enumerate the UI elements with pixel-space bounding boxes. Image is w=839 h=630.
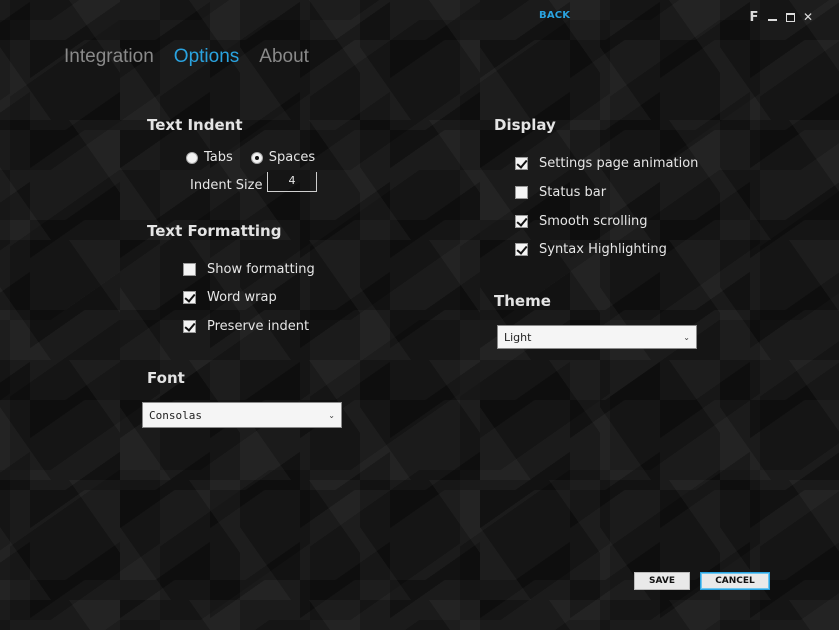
- status-bar-checkbox[interactable]: Status bar: [515, 185, 606, 200]
- text-indent-heading: Text Indent: [147, 116, 243, 134]
- checkbox-label: Preserve indent: [207, 319, 310, 334]
- tab-options[interactable]: Options: [174, 46, 239, 68]
- tab-bar: Integration Options About: [64, 46, 309, 68]
- checkbox-box[interactable]: [515, 186, 528, 199]
- indent-size-label: Indent Size: [190, 178, 263, 193]
- checkbox-box[interactable]: [515, 215, 528, 228]
- tab-about[interactable]: About: [259, 46, 309, 68]
- indent-radio-group: Tabs Spaces: [186, 150, 315, 165]
- smooth-scrolling-checkbox[interactable]: Smooth scrolling: [515, 214, 648, 229]
- text-formatting-heading: Text Formatting: [147, 222, 282, 240]
- close-icon[interactable]: ✕: [799, 8, 817, 26]
- radio-tabs-dot[interactable]: [186, 151, 198, 164]
- theme-select-value: Light: [504, 330, 532, 344]
- font-select-value: Consolas: [149, 408, 202, 422]
- checkbox-label: Smooth scrolling: [539, 214, 648, 229]
- checkbox-box[interactable]: [515, 157, 528, 170]
- back-link[interactable]: BACK: [539, 10, 570, 21]
- radio-spaces[interactable]: Spaces: [250, 150, 316, 165]
- chevron-down-icon: ⌄: [683, 332, 690, 342]
- maximize-icon[interactable]: [781, 8, 799, 26]
- checkbox-box[interactable]: [183, 263, 196, 276]
- minimize-icon[interactable]: [763, 8, 781, 26]
- settings-animation-checkbox[interactable]: Settings page animation: [515, 156, 698, 171]
- save-button[interactable]: SAVE: [634, 572, 690, 590]
- word-wrap-checkbox[interactable]: Word wrap: [183, 290, 277, 305]
- cancel-button[interactable]: CANCEL: [700, 572, 770, 590]
- radio-tabs-label: Tabs: [204, 150, 233, 165]
- window-controls: F ✕: [745, 8, 817, 26]
- checkbox-box[interactable]: [183, 291, 196, 304]
- checkbox-label: Syntax Highlighting: [539, 242, 667, 257]
- checkbox-box[interactable]: [515, 243, 528, 256]
- theme-select[interactable]: Light ⌄: [497, 325, 697, 349]
- syntax-highlighting-checkbox[interactable]: Syntax Highlighting: [515, 242, 667, 257]
- chevron-down-icon: ⌄: [328, 410, 335, 420]
- checkbox-label: Settings page animation: [539, 156, 699, 171]
- app-letter-button[interactable]: F: [745, 8, 763, 26]
- indent-size-input[interactable]: [267, 172, 317, 192]
- preserve-indent-checkbox[interactable]: Preserve indent: [183, 319, 309, 334]
- radio-tabs[interactable]: Tabs: [186, 150, 233, 165]
- checkbox-label: Status bar: [539, 185, 607, 200]
- show-formatting-checkbox[interactable]: Show formatting: [183, 262, 315, 277]
- tab-integration[interactable]: Integration: [64, 46, 154, 68]
- checkbox-box[interactable]: [183, 320, 196, 333]
- radio-spaces-dot[interactable]: [250, 151, 263, 164]
- font-heading: Font: [147, 369, 185, 387]
- checkbox-label: Show formatting: [207, 262, 315, 277]
- font-select[interactable]: Consolas ⌄: [142, 402, 342, 428]
- checkbox-label: Word wrap: [207, 290, 277, 305]
- radio-spaces-label: Spaces: [268, 150, 316, 165]
- theme-heading: Theme: [494, 292, 551, 310]
- display-heading: Display: [494, 116, 556, 134]
